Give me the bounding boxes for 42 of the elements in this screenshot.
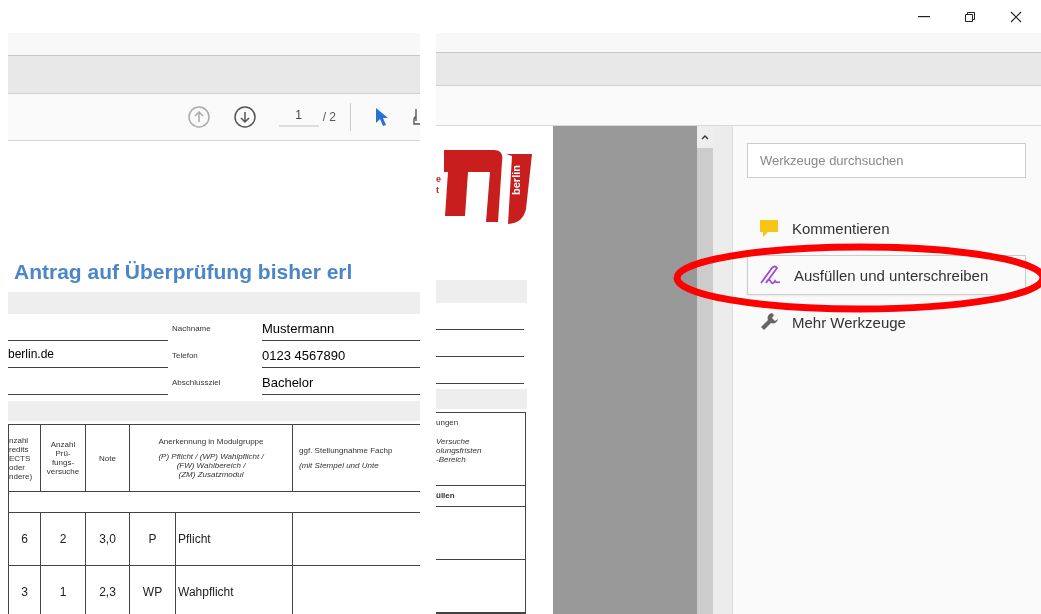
logo-fragment: t — [436, 185, 440, 196]
tool-item[interactable]: Mehr Werkzeuge — [747, 302, 1026, 342]
table-cell: Wahpflicht — [175, 565, 293, 614]
page-total: / 2 — [322, 110, 336, 124]
table-cell: 3,0 — [85, 512, 130, 566]
restore-button[interactable] — [964, 10, 976, 23]
hand-icon[interactable] — [413, 107, 420, 127]
tool-item[interactable]: Ausfüllen und unterschreiben — [747, 255, 1026, 295]
document-title: Antrag auf Überprüfung bisher erl — [14, 260, 354, 284]
table-cell: 2 — [40, 512, 86, 566]
scrollbar[interactable] — [697, 126, 713, 614]
column-subheader: üllen — [436, 485, 525, 507]
page-number-field[interactable]: 1 — [278, 107, 319, 127]
column-header: Anerkennung in Modulgruppe (P) Pflicht / (WP) Wahlpflicht / (FW) Wahlbereich / (ZM) Zusatzmodul — [129, 424, 293, 492]
signature-pen-icon — [758, 264, 782, 286]
table-cell: P — [129, 512, 176, 566]
comment-icon — [758, 217, 780, 239]
column-header: ggf. Stellungnahme Fachp (mit Stempel und Unte — [292, 424, 420, 492]
column-header: Anzahl Prü- fungs- versuche — [40, 424, 86, 492]
tool-item[interactable]: Kommentieren — [747, 208, 1026, 248]
column-header: Note — [85, 424, 130, 492]
table-cell: 6 — [8, 512, 41, 566]
field-value: Mustermann — [262, 321, 420, 341]
field-label: Abschlussziel — [171, 378, 222, 389]
search-field[interactable]: Werkzeuge durchsuchen — [747, 143, 1026, 178]
page-down-icon[interactable] — [232, 105, 257, 129]
field-value: 0123 4567890 — [262, 348, 420, 368]
logo-text: berlin — [510, 164, 522, 197]
table-cell: Pflicht — [175, 512, 293, 566]
select-cursor-icon[interactable] — [375, 107, 389, 127]
form-field: berlin.de — [8, 347, 168, 368]
field-value: Bachelor — [262, 375, 420, 395]
logo-fragment: e — [436, 174, 442, 185]
table-cell: 3 — [8, 565, 41, 614]
scroll-up-icon[interactable] — [701, 134, 709, 140]
minimize-button[interactable] — [918, 15, 930, 18]
field-label: Telefon — [171, 351, 199, 362]
column-header: nzahl redits ECTS oder ndere) — [8, 424, 41, 492]
field-label: Nachname — [171, 324, 212, 335]
column-header: ungen — [436, 418, 459, 427]
column-note: Versuche olungsfristen -Bereich — [436, 437, 483, 464]
close-button[interactable] — [1010, 10, 1022, 23]
